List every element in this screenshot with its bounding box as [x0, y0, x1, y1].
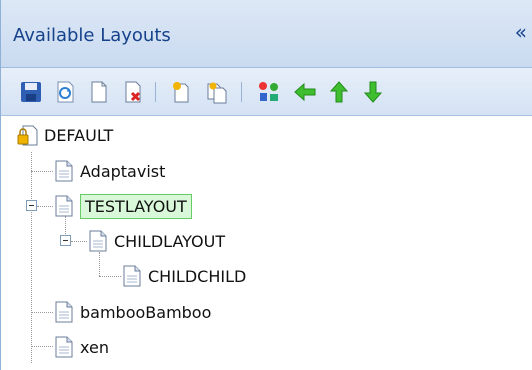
tree-node-bamboobamboo[interactable]: bambooBamboo	[53, 297, 211, 327]
panel-header: Available Layouts «	[1, 0, 532, 68]
tree-connector	[31, 346, 53, 347]
tree-connector	[31, 312, 53, 313]
collapse-toggle-testlayout[interactable]	[26, 200, 37, 211]
toolbar	[1, 68, 532, 116]
rearrange-icon[interactable]	[257, 80, 281, 104]
refresh-icon[interactable]	[53, 80, 77, 104]
page-icon	[87, 229, 109, 253]
tree-node-default[interactable]: DEFAULT	[17, 120, 113, 150]
save-icon[interactable]	[19, 80, 43, 104]
tree-node-childchild[interactable]: CHILDCHILD	[121, 261, 246, 291]
copy-page-icon[interactable]	[205, 80, 229, 104]
tree-node-label: Adaptavist	[80, 161, 166, 181]
tree-node-label: TESTLAYOUT	[80, 193, 192, 219]
page-icon	[53, 194, 75, 218]
collapse-icon[interactable]: «	[515, 22, 527, 42]
tree-node-label: CHILDLAYOUT	[114, 231, 226, 251]
locked-page-icon	[17, 123, 39, 147]
layout-tree: DEFAULT Adaptavist TESTLAYOUT CHILDLAYOU…	[1, 116, 532, 370]
tree-connector	[71, 241, 87, 242]
tree-node-label: CHILDCHILD	[148, 266, 247, 286]
tree-connector	[99, 276, 121, 277]
tree-node-testlayout[interactable]: TESTLAYOUT	[53, 191, 192, 221]
toolbar-separator	[155, 82, 156, 102]
arrow-down-icon[interactable]	[361, 80, 385, 104]
page-icon	[121, 264, 143, 288]
panel-title: Available Layouts	[13, 25, 171, 46]
tree-node-label: bambooBamboo	[80, 302, 212, 322]
arrow-up-icon[interactable]	[327, 80, 351, 104]
page-icon	[53, 335, 75, 359]
arrow-left-icon[interactable]	[293, 80, 317, 104]
page-icon	[53, 159, 75, 183]
tree-node-xen[interactable]: xen	[53, 332, 109, 362]
new-child-icon[interactable]	[169, 80, 193, 104]
delete-page-icon[interactable]	[121, 80, 145, 104]
tree-connector	[31, 171, 53, 172]
available-layouts-panel: Available Layouts « DEFAULT Adaptavist T…	[0, 0, 532, 370]
collapse-toggle-childlayout[interactable]	[60, 235, 71, 246]
new-page-icon[interactable]	[87, 80, 111, 104]
tree-node-childlayout[interactable]: CHILDLAYOUT	[87, 226, 225, 256]
page-icon	[53, 300, 75, 324]
tree-node-label: xen	[80, 337, 109, 357]
tree-connector	[31, 152, 32, 363]
tree-connector	[37, 206, 53, 207]
tree-node-label: DEFAULT	[44, 125, 114, 145]
toolbar-separator	[241, 82, 242, 102]
tree-node-adaptavist[interactable]: Adaptavist	[53, 156, 165, 186]
